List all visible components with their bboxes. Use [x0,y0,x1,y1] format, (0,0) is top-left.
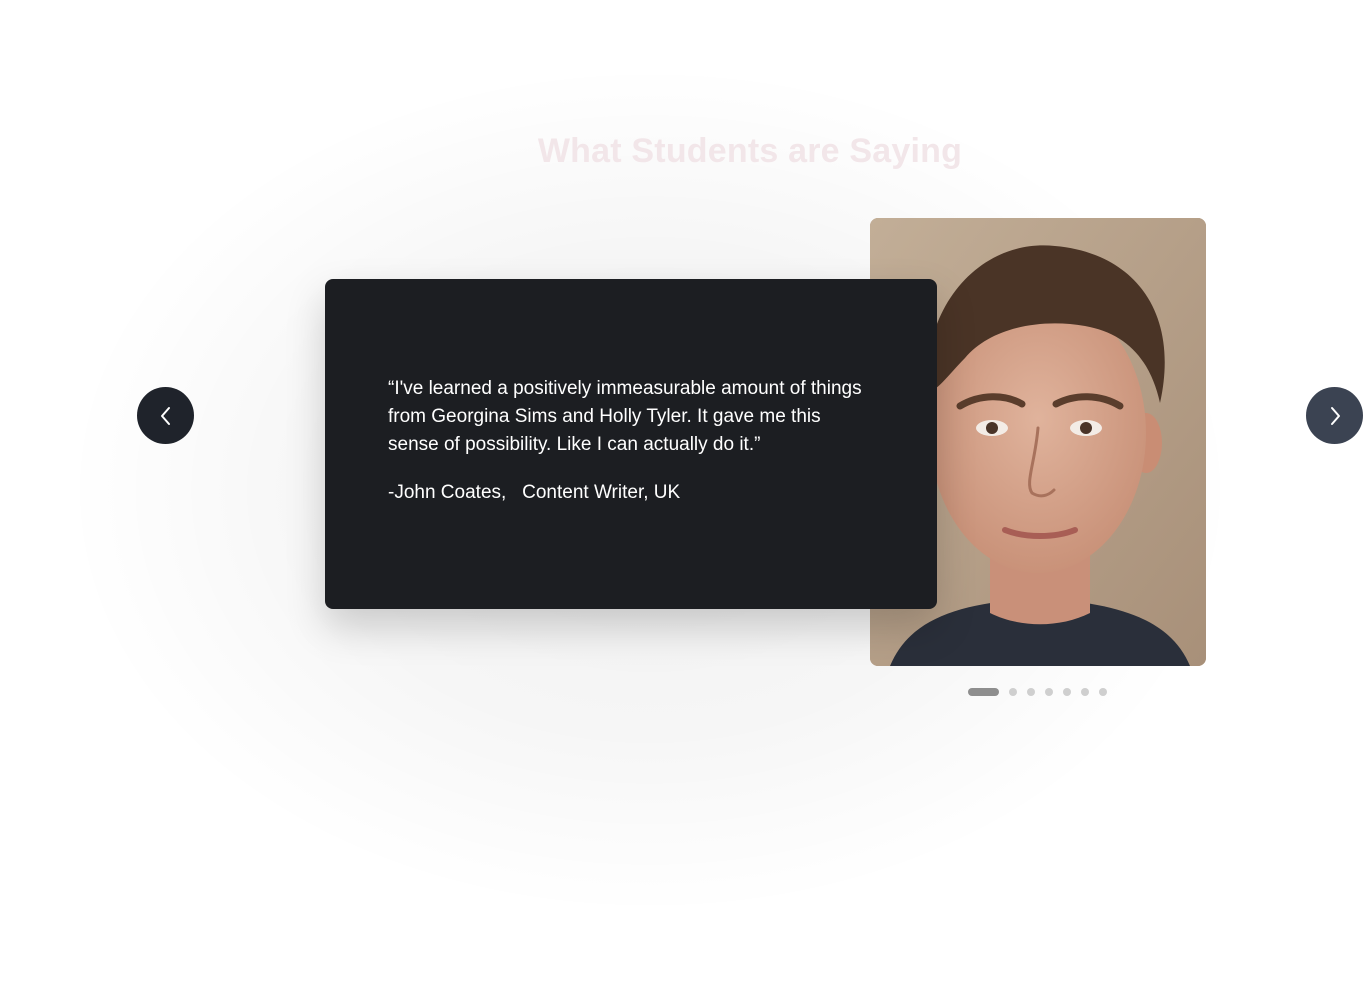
pagination-dot-2[interactable] [1009,688,1017,696]
testimonial-card: “I've learned a positively immeasurable … [325,279,937,609]
chevron-right-icon [1330,406,1340,425]
testimonial-author: -John Coates, [388,482,507,503]
testimonial-quote: “I've learned a positively immeasurable … [388,378,862,455]
pagination-dot-5[interactable] [1063,688,1071,696]
carousel-next-button[interactable] [1306,387,1363,444]
pagination-dot-6[interactable] [1081,688,1089,696]
pagination-dot-4[interactable] [1045,688,1053,696]
pagination-dot-1[interactable] [968,688,999,696]
carousel-prev-button[interactable] [137,387,194,444]
section-title: What Students are Saying [537,132,963,170]
testimonials-section: What Students are Saying “I've learned a… [0,0,1363,981]
chevron-left-icon [160,406,170,425]
carousel-pagination [968,688,1107,696]
pagination-dot-7[interactable] [1099,688,1107,696]
testimonial-role: Content Writer, UK [522,482,681,503]
testimonial-attribution: -John Coates, Content Writer, UK [388,479,680,507]
pagination-dot-3[interactable] [1027,688,1035,696]
